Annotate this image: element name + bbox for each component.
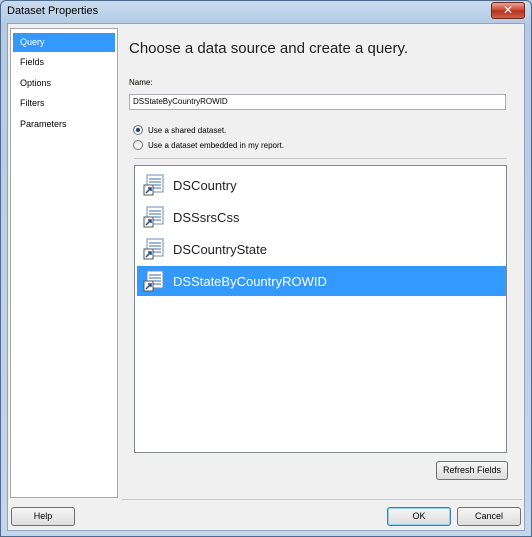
refresh-fields-button[interactable]: Refresh Fields — [436, 461, 508, 480]
name-field[interactable]: DSStateByCountryROWID — [129, 94, 506, 110]
sidebar-nav: Query Fields Options Filters Parameters — [10, 28, 118, 498]
page-title: Choose a data source and create a query. — [129, 40, 409, 57]
list-item-dsstatebycountryrowid[interactable]: DSStateByCountryROWID — [137, 266, 506, 296]
sidebar-item-options[interactable]: Options — [13, 74, 115, 93]
list-item-dsssrscss[interactable]: DSSsrsCss — [137, 202, 506, 232]
cancel-button[interactable]: Cancel — [457, 507, 521, 526]
embedded-dataset-option[interactable]: Use a dataset embedded in my report. — [133, 138, 284, 152]
divider — [134, 158, 507, 159]
shared-dataset-icon — [143, 174, 164, 196]
dataset-label: DSStateByCountryROWID — [173, 273, 327, 289]
shared-dataset-option[interactable]: Use a shared dataset. — [133, 123, 226, 137]
embedded-dataset-radio[interactable] — [133, 140, 143, 150]
footer-divider — [122, 499, 522, 500]
dataset-properties-dialog: Dataset Properties ✕ Query Fields Option… — [0, 0, 532, 537]
shared-dataset-label: Use a shared dataset. — [148, 125, 227, 135]
sidebar-item-parameters[interactable]: Parameters — [13, 115, 115, 134]
sidebar-item-fields[interactable]: Fields — [13, 53, 115, 72]
shared-dataset-icon — [143, 206, 164, 228]
dialog-body: Query Fields Options Filters Parameters … — [7, 23, 525, 531]
dataset-label: DSCountry — [173, 177, 237, 193]
sidebar-item-query[interactable]: Query — [13, 33, 115, 52]
shared-dataset-icon — [143, 238, 164, 260]
dataset-label: DSSsrsCss — [173, 209, 240, 225]
help-button[interactable]: Help — [11, 507, 75, 526]
shared-dataset-icon — [143, 270, 164, 292]
close-button[interactable]: ✕ — [491, 2, 525, 19]
list-item-dscountrystate[interactable]: DSCountryState — [137, 234, 506, 264]
shared-dataset-radio[interactable] — [133, 125, 143, 135]
embedded-dataset-label: Use a dataset embedded in my report. — [148, 140, 285, 150]
sidebar-item-filters[interactable]: Filters — [13, 94, 115, 113]
close-icon: ✕ — [502, 3, 514, 17]
ok-button[interactable]: OK — [387, 507, 451, 526]
list-item-dscountry[interactable]: DSCountry — [137, 170, 506, 200]
title-bar[interactable]: Dataset Properties ✕ — [1, 1, 531, 23]
shared-dataset-list[interactable]: DSCountry DSSsrsCss DSCountryState DSSta… — [134, 165, 507, 453]
dataset-label: DSCountryState — [173, 241, 267, 257]
window-title: Dataset Properties — [7, 5, 99, 17]
name-label: Name: — [129, 78, 153, 87]
